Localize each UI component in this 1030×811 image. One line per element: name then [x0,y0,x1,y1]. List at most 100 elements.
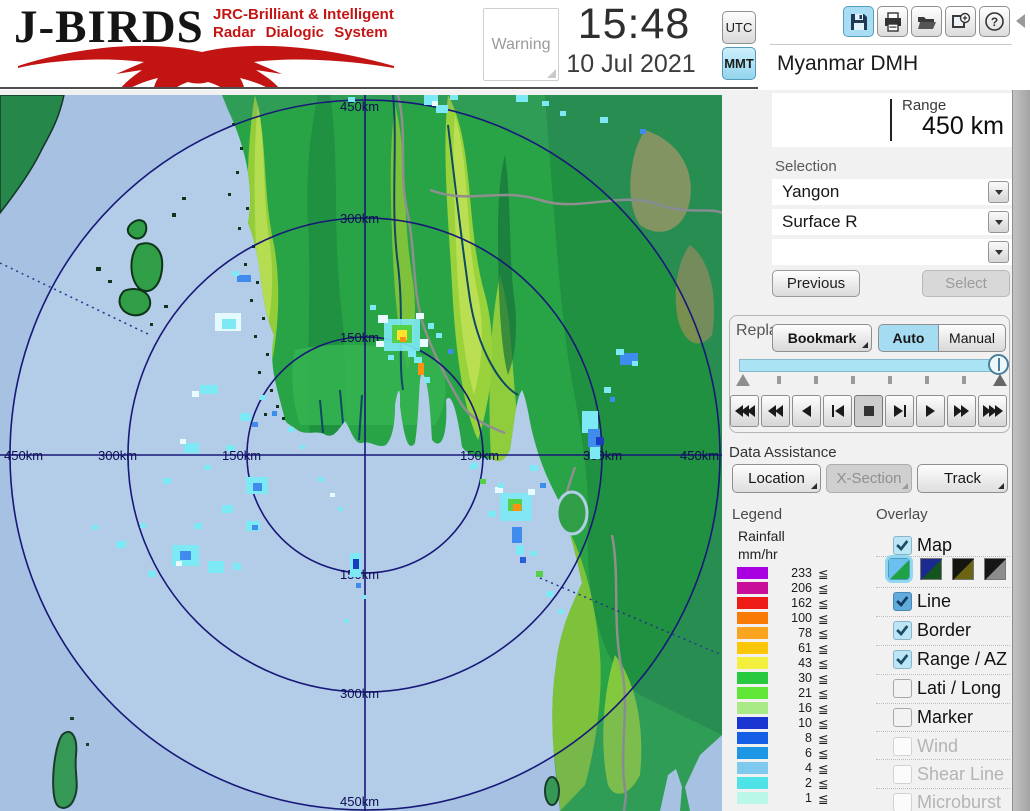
check-icon [894,593,910,609]
product-dropdown[interactable]: Surface R [772,209,1012,235]
select-button[interactable]: Select [922,270,1010,297]
overlay-checkbox-marker[interactable] [893,708,912,727]
ring-label: 300km [583,448,622,463]
station-name: Myanmar DMH [777,52,918,76]
radar-map-view[interactable]: 450km 300km 150km 150km 300km 450km 450k… [0,95,722,811]
timeline-tick [925,376,929,384]
stop-button[interactable] [854,395,883,427]
help-button[interactable]: ? [979,6,1010,37]
data-assistance-label: Data Assistance [729,444,837,461]
site-dropdown[interactable]: Yangon [772,179,1012,205]
option-dropdown[interactable] [772,239,1012,265]
replay-slider-handle[interactable] [988,354,1009,375]
rewind-button[interactable] [761,395,790,427]
chevron-down-icon [995,250,1003,255]
legend-operator: ≦ [818,626,828,641]
xsection-button[interactable]: X-Section [826,464,912,493]
step-back-icon [832,405,844,417]
step-forward-icon [894,405,906,417]
previous-button[interactable]: Previous [772,270,860,297]
map-style-swatch-3[interactable] [952,558,974,580]
overlay-checkbox-microburst [893,793,912,811]
header-divider [0,87,758,89]
overlay-separator [876,616,1010,617]
ring-label: 300km [340,211,379,226]
replay-timeline-slider[interactable] [739,359,1001,372]
bookmark-button[interactable]: Bookmark [772,324,872,352]
fast-forward-icon [954,405,969,417]
chevron-down-icon [995,220,1003,225]
legend-unit-line2: mm/hr [738,546,778,562]
option-dropdown-button[interactable] [988,241,1009,263]
auto-mode-button[interactable]: Auto [878,324,939,352]
overlay-item-border: Border [917,620,971,641]
check-icon [894,537,910,553]
overlay-item-map: Map [917,535,952,556]
overlay-checkbox-border[interactable] [893,621,912,640]
legend-operator: ≦ [818,761,828,776]
save-button[interactable] [843,6,874,37]
legend-operator: ≦ [818,656,828,671]
track-button[interactable]: Track [917,464,1008,493]
timeline-tick [851,376,855,384]
location-button[interactable]: Location [732,464,821,493]
overlay-separator [876,556,1010,557]
legend-value: 21 [766,686,812,700]
map-style-swatch-2[interactable] [920,558,942,580]
open-folder-button[interactable] [911,6,942,37]
open-folder-icon [916,12,937,32]
collapse-panel-icon[interactable] [1016,14,1025,28]
legend-swatch [737,792,768,804]
overlay-checkbox-lati-long[interactable] [893,679,912,698]
mmt-button[interactable]: MMT [722,47,756,80]
fast-rewind-button[interactable] [730,395,759,427]
fast-forward-button[interactable] [947,395,976,427]
product-dropdown-button[interactable] [988,211,1009,233]
legend-swatch [737,642,768,654]
header-bar: J-BIRDS JRC-Brilliant & Intelligent Rada… [0,0,1030,90]
overlay-checkbox-line[interactable] [893,592,912,611]
map-style-swatch-1[interactable] [888,558,910,580]
site-dropdown-value: Yangon [782,182,839,202]
overlay-separator [876,788,1010,789]
add-image-icon [950,11,971,32]
overlay-item-lati-long: Lati / Long [917,678,1001,699]
print-button[interactable] [877,6,908,37]
check-icon [894,651,910,667]
play-reverse-button[interactable] [792,395,821,427]
legend-swatch [737,777,768,789]
logo-subtitle-2: Radar Dialogic System [213,24,388,41]
print-icon [883,12,903,32]
ring-label: 450km [340,794,379,809]
legend-value: 8 [766,731,812,745]
clock-time: 15:48 [558,0,710,49]
legend-value: 61 [766,641,812,655]
overlay-separator [876,645,1010,646]
timeline-start-marker[interactable] [736,374,750,386]
step-forward-button[interactable] [885,395,914,427]
step-back-button[interactable] [823,395,852,427]
overlay-label: Overlay [876,506,928,523]
ring-label: 450km [340,99,379,114]
dropdown-corner-icon [862,342,868,348]
legend-value: 233 [766,566,812,580]
legend-operator: ≦ [818,776,828,791]
map-style-swatch-4[interactable] [984,558,1006,580]
fastest-forward-button[interactable] [978,395,1007,427]
ring-label: 450km [4,448,43,463]
site-dropdown-button[interactable] [988,181,1009,203]
legend-value: 16 [766,701,812,715]
play-button[interactable] [916,395,945,427]
legend-value: 30 [766,671,812,685]
legend-label: Legend [732,506,782,523]
overlay-checkbox-range-az[interactable] [893,650,912,669]
overlay-checkbox-map[interactable] [893,536,912,555]
timeline-tick [962,376,966,384]
panel-edge-rail[interactable] [1012,90,1030,811]
manual-mode-button[interactable]: Manual [939,324,1006,352]
legend-operator: ≦ [818,566,828,581]
utc-button[interactable]: UTC [722,11,756,44]
legend-operator: ≦ [818,791,828,806]
add-image-button[interactable] [945,6,976,37]
timeline-end-marker[interactable] [993,374,1007,386]
